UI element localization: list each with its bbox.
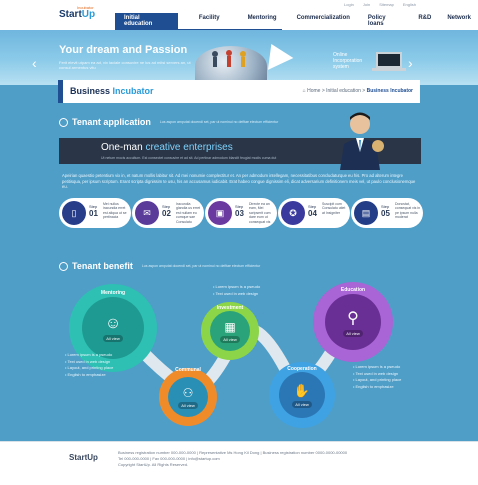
handshake-icon: ✋ [293,382,311,398]
step-card[interactable]: ▯ Step 01 Mei nullus iracundia erret est… [59,198,131,228]
nav-commercialization[interactable]: Commercialization [290,15,357,29]
laptop-base [372,68,406,71]
nav-rd[interactable]: R&D [411,15,438,29]
breadcrumb: ⌂ Home > Initial education > Business In… [302,88,413,94]
benefit-education[interactable]: ⚲ All view Education [313,282,393,362]
logo-subtitle: Incubator [77,5,94,10]
breadcrumb-current: Business Incubator [366,88,413,94]
benefit-diagram: ☺ All view Mentoring ⚇ All view Communal… [55,278,425,438]
nav-facility[interactable]: Facility [192,15,227,29]
top-link-login[interactable]: Login [344,2,354,7]
all-view-button[interactable]: All view [178,401,198,409]
breadcrumb-initial-education[interactable]: Initial education [326,88,361,94]
banner-prev-icon[interactable]: ‹ [32,55,37,71]
page-title-bar: Business Incubator ⌂ Home > Initial educ… [58,80,420,103]
presentation-icon: ▦ [224,319,236,334]
hero-banner: ‹ Your dream and Passion Ferit elevit ut… [0,30,478,85]
header: StartUp Incubator Login Join Sitemap Eng… [0,0,478,30]
tenant-application-heading: Tenant application Lus aspon amputat doc… [59,117,278,127]
top-links: Login Join Sitemap English [344,2,416,7]
bullets-top: Lorem ipsum is a pseudo Text used in web… [213,284,260,297]
all-view-button[interactable]: All view [292,400,312,408]
footer-logo[interactable]: StartUp [69,453,98,462]
tenant-benefit-heading: Tenant benefit Lus aspon amputat docendi… [59,261,260,271]
nav-initial-education[interactable]: Initial education [115,13,178,29]
strip-subtitle: Ut netum mocis accultum. Est consectet c… [101,156,277,160]
top-link-sitemap[interactable]: Sitemap [379,2,394,7]
footer: StartUp Business registration number 000… [0,441,478,485]
breadcrumb-home[interactable]: Home [307,88,320,94]
nav-policy-loans[interactable]: Policy loans [361,15,409,29]
banner-next-icon[interactable]: › [408,55,413,71]
badge-icon: ✪ [281,201,305,225]
benefit-investment[interactable]: ▦ All view Investment [201,302,259,360]
step-card[interactable]: ✉ Step 02 Iracundia glandia us erret est… [132,198,204,228]
picture-icon: ▣ [208,201,232,225]
top-link-english[interactable]: English [403,2,416,7]
logo[interactable]: StartUp [59,9,95,20]
step-card[interactable]: ✪ Step 04 Suscipit cum Consulatu utiet a… [278,198,350,228]
all-view-button[interactable]: All view [103,334,123,342]
intro-paragraph: Apeirian quaestio petentium vix in, et n… [62,173,416,189]
teacher-icon: ⚲ [347,309,359,327]
clock-icon [59,117,68,127]
mail-icon: ✉ [135,201,159,225]
all-view-button[interactable]: All view [220,335,240,343]
businessman-image [340,112,384,170]
org-chart-icon: ⚇ [182,385,194,400]
page-title: Business Incubator [70,86,154,96]
title-accent [58,80,63,103]
strip-title: One-man creative enterprises [101,142,233,153]
banner-promo[interactable]: Online Incorporation system [333,52,362,70]
all-view-button[interactable]: All view [343,329,363,337]
steps-row: ▯ Step 01 Mei nullus iracundia erret est… [59,198,425,231]
nav-mentoring[interactable]: Mentoring [241,15,284,29]
document-icon: ▯ [62,201,86,225]
laptop-icon [376,52,402,68]
banner-text: Ferit elevit utpam ea ad, vix laciale co… [59,60,191,70]
bullets-left: Lorem ipsum is a pseudo Text used in web… [65,352,113,378]
benefit-cooperation[interactable]: ✋ All view Cooperation [269,362,335,428]
banner-title: Your dream and Passion [59,44,188,56]
nav-network[interactable]: Network [440,15,478,29]
step-card[interactable]: ▤ Step 05 Doncstat, consequat vis in pe … [351,198,423,228]
bullets-right: Lorem ipsum is a pseudo Text used in web… [353,364,401,390]
benefit-communal[interactable]: ⚇ All view Communal [159,367,217,426]
main-nav: Initial education Facility Mentoring Com… [115,13,478,29]
home-icon[interactable]: ⌂ [303,88,306,94]
certificate-icon: ▤ [354,201,378,225]
step-card[interactable]: ▣ Step 03 Directe ea an eam, Mei scripse… [205,198,277,228]
people-on-globe-icon [212,50,246,67]
people-icon: ☺ [104,314,122,332]
top-link-join[interactable]: Join [363,2,370,7]
footer-info: Business registration number 000-000-000… [118,450,348,467]
target-icon [59,261,68,271]
